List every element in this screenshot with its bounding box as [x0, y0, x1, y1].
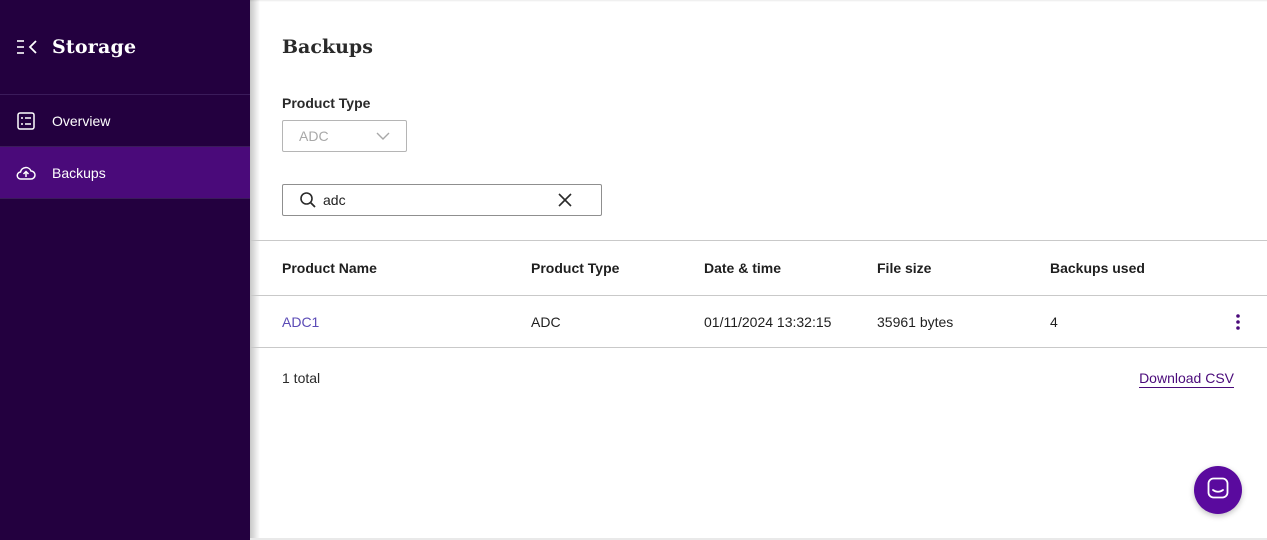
sidebar-item-overview[interactable]: Overview [0, 95, 250, 147]
sidebar-header: Storage [0, 0, 250, 95]
main-content: Backups Product Type ADC adc Product Nam… [250, 0, 1267, 540]
sidebar-item-backups[interactable]: Backups [0, 147, 250, 199]
list-icon [16, 111, 36, 131]
column-header-file-size[interactable]: File size [877, 241, 931, 295]
sidebar-item-label: Backups [52, 164, 106, 181]
download-csv-link[interactable]: Download CSV [1139, 370, 1234, 388]
product-type-cell: ADC [531, 313, 561, 330]
backups-used-cell: 4 [1050, 313, 1058, 330]
product-type-select[interactable]: ADC [282, 120, 407, 152]
search-box[interactable]: adc [282, 184, 602, 216]
more-options-icon[interactable] [1235, 296, 1241, 347]
product-type-label: Product Type [282, 95, 371, 111]
close-icon[interactable] [555, 190, 575, 210]
total-count: 1 total [282, 370, 321, 386]
column-header-product-name[interactable]: Product Name [282, 241, 377, 295]
sidebar: Storage Overview Backups [0, 0, 250, 540]
table-header-row: Product Name Product Type Date & time Fi… [250, 241, 1267, 296]
sidebar-item-label: Overview [52, 112, 111, 129]
table-row: ADC1 ADC 01/11/2024 13:32:15 35961 bytes… [250, 296, 1267, 348]
cloud-upload-icon [16, 163, 36, 183]
chevron-down-icon [376, 129, 390, 143]
product-type-value: ADC [299, 128, 329, 144]
product-name-link[interactable]: ADC1 [282, 296, 319, 347]
backups-table: Product Name Product Type Date & time Fi… [250, 240, 1267, 348]
collapse-sidebar-icon[interactable] [16, 35, 40, 59]
column-header-product-type[interactable]: Product Type [531, 241, 619, 295]
app-title: Storage [52, 36, 137, 58]
date-time-cell: 01/11/2024 13:32:15 [704, 313, 832, 330]
search-input[interactable]: adc [323, 192, 555, 208]
file-size-cell: 35961 bytes [877, 313, 954, 330]
column-header-date-time[interactable]: Date & time [704, 241, 781, 295]
chat-button[interactable] [1194, 466, 1242, 514]
chat-icon [1207, 477, 1229, 504]
column-header-backups-used[interactable]: Backups used [1050, 241, 1145, 295]
page-title: Backups [282, 36, 373, 58]
search-icon [299, 191, 317, 209]
